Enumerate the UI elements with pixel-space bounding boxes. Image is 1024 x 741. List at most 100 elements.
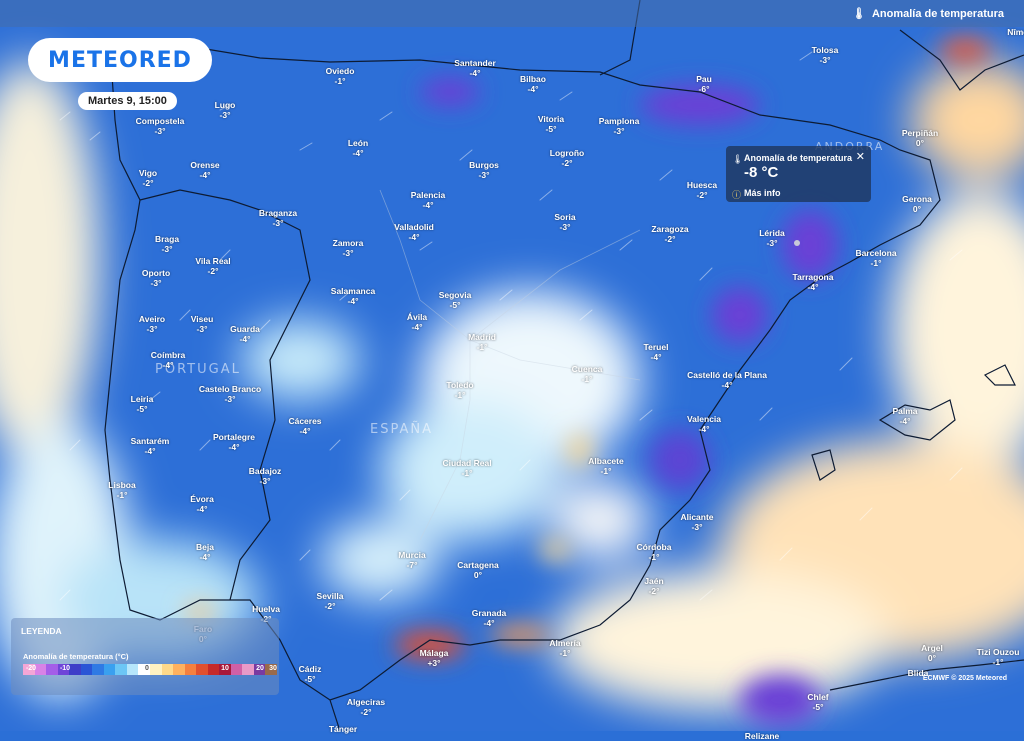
city-label[interactable]: Pamplona -3° [599, 116, 640, 136]
city-label[interactable]: Alicante -3° [680, 512, 713, 532]
city-label[interactable]: Logroño -2° [550, 148, 584, 168]
city-value: -3° [613, 126, 625, 136]
city-label[interactable]: Zamora -3° [333, 238, 364, 258]
city-label[interactable]: Beja -4° [196, 542, 214, 562]
city-label[interactable]: Ciudad Real -1° [442, 458, 491, 478]
legend-label: 10 [221, 665, 229, 672]
city-name: Málaga [419, 648, 449, 658]
city-label[interactable]: Burgos -3° [469, 160, 499, 180]
city-label[interactable]: Tánger [329, 724, 357, 734]
more-info-link[interactable]: Más info [744, 188, 781, 198]
city-label[interactable]: Granada -4° [472, 608, 507, 628]
city-label[interactable]: Segovia -5° [439, 290, 472, 310]
city-label[interactable]: Relizane [745, 731, 780, 741]
city-label[interactable]: Pau -6° [696, 74, 712, 94]
city-value: -3° [259, 476, 271, 486]
city-label[interactable]: Portalegre -4° [213, 432, 255, 452]
date-time-label[interactable]: Martes 9, 15:00 [78, 92, 177, 110]
city-label[interactable]: Teruel -4° [644, 342, 669, 362]
city-label[interactable]: Zaragoza -2° [651, 224, 688, 244]
layer-label[interactable]: 🌡 Anomalía de temperatura [852, 7, 1004, 21]
city-value: -4° [196, 504, 208, 514]
city-label[interactable]: Cuenca -1° [572, 364, 603, 384]
city-label[interactable]: Valladolid -4° [394, 222, 434, 242]
city-value: -4° [527, 84, 539, 94]
city-label[interactable]: Compostela -3° [136, 116, 185, 136]
city-label[interactable]: Gerona 0° [902, 194, 932, 214]
temperature-popup[interactable]: 🌡 Anomalía de temperatura -8 °C ⓘ Más in… [726, 146, 871, 202]
city-name: Évora [190, 494, 214, 504]
city-name: Cáceres [288, 416, 322, 426]
city-label[interactable]: Castelló de la Plana -4° [687, 370, 767, 390]
city-label[interactable]: Málaga +3° [420, 648, 449, 668]
city-label[interactable]: Tarragona -4° [793, 272, 834, 292]
city-label[interactable]: Perpiñán 0° [902, 128, 938, 148]
city-label[interactable]: Algeciras -2° [347, 697, 385, 717]
city-label[interactable]: Albacete -1° [588, 456, 623, 476]
city-name: Castelo Branco [198, 384, 262, 394]
city-label[interactable]: Ávila -4° [407, 312, 427, 332]
city-label[interactable]: Vigo -2° [139, 168, 157, 188]
close-icon[interactable]: ✕ [856, 150, 865, 163]
city-label[interactable]: Murcia -7° [398, 550, 425, 570]
city-label[interactable]: Lérida -3° [759, 228, 785, 248]
city-value: -7° [406, 560, 418, 570]
city-value: -3° [766, 238, 778, 248]
city-label[interactable]: Chlef -5° [807, 692, 828, 712]
city-label[interactable]: Valencia -4° [687, 414, 721, 434]
city-value: -4° [228, 442, 240, 452]
city-label[interactable]: Aveiro -3° [139, 314, 165, 334]
city-label[interactable]: Cáceres -4° [288, 416, 321, 436]
city-value: -4° [650, 352, 662, 362]
legend-swatch [207, 664, 220, 675]
city-label[interactable]: Sevilla -2° [317, 591, 344, 611]
city-label[interactable]: Guarda -4° [230, 324, 260, 344]
city-label[interactable]: Évora -4° [190, 494, 214, 514]
city-label[interactable]: Vila Real -2° [195, 256, 230, 276]
city-label[interactable]: Santarém -4° [131, 436, 170, 456]
city-label[interactable]: Tizi Ouzou -1° [977, 647, 1020, 667]
meteored-logo[interactable]: METEORED [28, 38, 212, 82]
city-label[interactable]: Madrid -1° [468, 332, 496, 352]
city-value: -4° [469, 68, 481, 78]
city-label[interactable]: Tolosa -3° [812, 45, 839, 65]
city-name: Huesca [686, 180, 718, 190]
city-label[interactable]: Lugo -3° [215, 100, 236, 120]
legend-unit: Anomalía de temperatura (°C) [23, 652, 129, 661]
city-label[interactable]: Oporto -3° [142, 268, 170, 288]
city-label[interactable]: Cádiz -5° [299, 664, 322, 684]
city-label[interactable]: Orense -4° [190, 160, 219, 180]
city-label[interactable]: Palma -4° [892, 406, 917, 426]
city-label[interactable]: Palencia -4° [411, 190, 446, 210]
city-label[interactable]: Lisboa -1° [108, 480, 135, 500]
city-label[interactable]: Cartagena 0° [457, 560, 499, 580]
city-label[interactable]: León -4° [348, 138, 368, 158]
city-value: -2° [207, 266, 219, 276]
city-label[interactable]: Nîmes [1007, 27, 1024, 37]
city-label[interactable]: Barcelona -1° [855, 248, 896, 268]
city-label[interactable]: Leiria -5° [131, 394, 154, 414]
city-label[interactable]: Salamanca -4° [331, 286, 375, 306]
city-label[interactable]: Viseu -3° [191, 314, 214, 334]
city-label[interactable]: Braganza -3° [259, 208, 297, 228]
city-label[interactable]: Badajoz -3° [249, 466, 282, 486]
city-label[interactable]: Argel 0° [921, 643, 943, 663]
city-name: Alicante [680, 512, 714, 522]
city-label[interactable]: Vitoria -5° [538, 114, 564, 134]
city-label[interactable]: Castelo Branco -3° [199, 384, 261, 404]
city-label[interactable]: Santander -4° [454, 58, 496, 78]
city-value: -2° [648, 586, 660, 596]
city-label[interactable]: Braga -3° [155, 234, 179, 254]
city-label[interactable]: Almería -1° [549, 638, 580, 658]
city-label[interactable]: Bilbao -4° [520, 74, 546, 94]
city-name: Badajoz [248, 466, 282, 476]
city-label[interactable]: Oviedo -1° [326, 66, 355, 86]
legend-swatch [173, 664, 185, 675]
city-label[interactable]: Soria -3° [554, 212, 575, 232]
city-label[interactable]: Huesca -2° [687, 180, 717, 200]
city-name: Oporto [141, 268, 171, 278]
city-label[interactable]: Coímbra -4° [151, 350, 185, 370]
city-label[interactable]: Toledo -1° [446, 380, 473, 400]
city-label[interactable]: Córdoba -1° [637, 542, 672, 562]
city-label[interactable]: Jaén -2° [644, 576, 663, 596]
